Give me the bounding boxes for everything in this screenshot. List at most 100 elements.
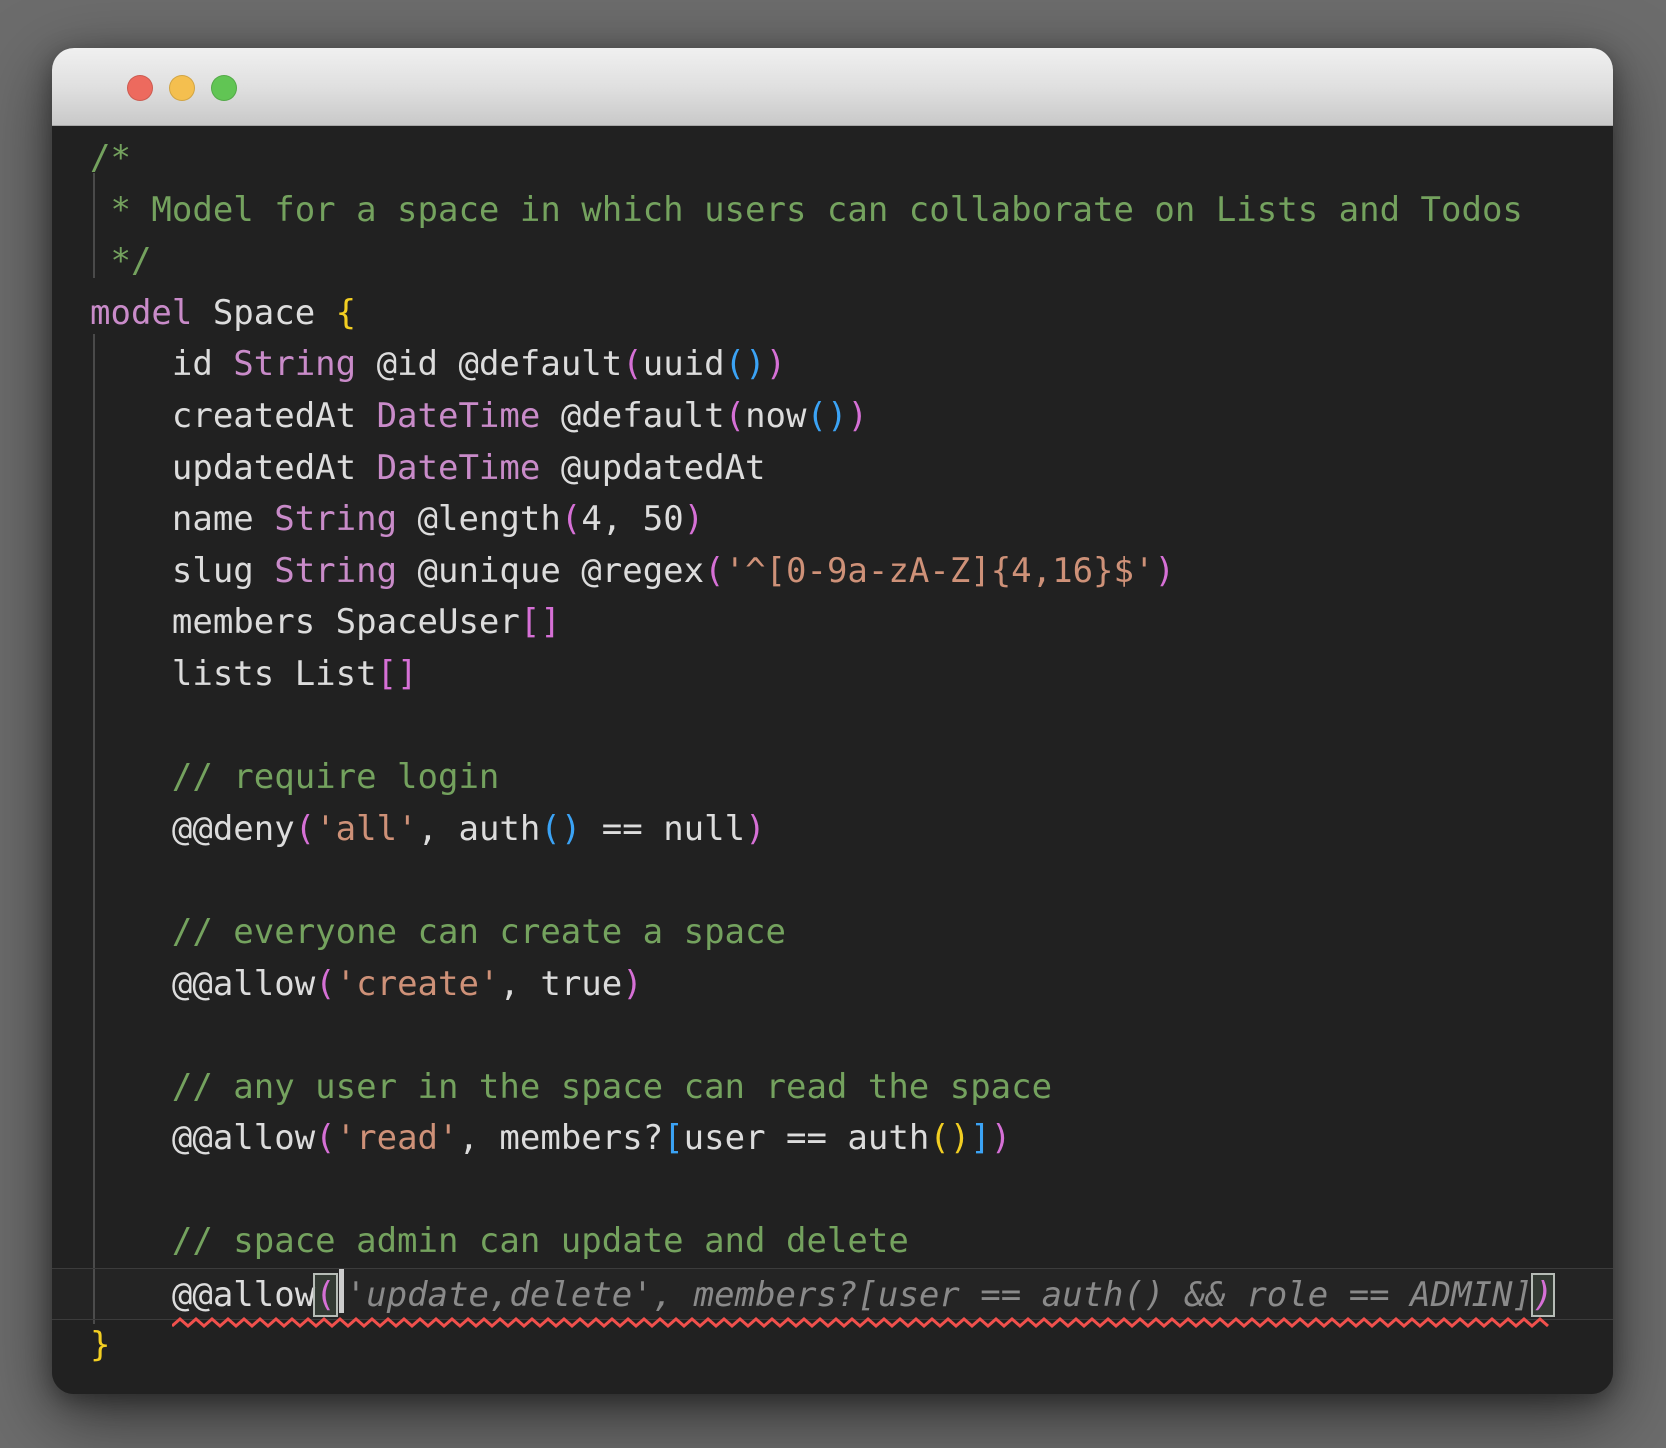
code-token: @default [540, 395, 725, 436]
code-token: * Model for a space in which users can c… [90, 189, 1523, 230]
code-token: // require login [90, 757, 500, 798]
code-token: lists List [90, 653, 377, 694]
code-token: ) [847, 395, 868, 436]
code-line: id String @id @default(uuid()) [52, 339, 1613, 391]
code-token: 'all' [315, 808, 418, 849]
code-token: ( [294, 808, 316, 849]
code-token: String [274, 550, 398, 591]
code-token: ) [622, 963, 643, 1004]
code-token: 'read' [335, 1118, 459, 1159]
code-line: lists List[] [52, 649, 1613, 701]
code-token: String [274, 499, 398, 540]
code-line: // everyone can create a space [52, 907, 1613, 959]
code-token: id [90, 344, 234, 385]
code-token: model [90, 292, 193, 333]
code-line: /* [52, 133, 1613, 185]
code-token: // space admin can update and delete [90, 1221, 909, 1262]
code-token: ) [1154, 550, 1175, 591]
window-titlebar[interactable] [52, 48, 1613, 126]
code-token: [] [519, 602, 561, 643]
zoom-button[interactable] [211, 75, 237, 101]
code-token: // everyone can create a space [90, 911, 786, 952]
code-token: ) [1532, 1275, 1554, 1316]
code-token: ) [683, 499, 705, 540]
traffic-lights [127, 75, 237, 101]
code-token: , members? [458, 1118, 664, 1159]
code-line: * Model for a space in which users can c… [52, 185, 1613, 237]
code-token: () [806, 395, 848, 436]
code-token: } [90, 1324, 111, 1365]
code-token: ] [970, 1118, 991, 1159]
code-token: createdAt [90, 395, 377, 436]
code-token: [] [376, 653, 418, 694]
code-token: 'update,delete', members?[user == auth()… [345, 1275, 1533, 1316]
code-token: ( [560, 499, 582, 540]
code-line: @@allow('read', members?[user == auth()]… [52, 1113, 1613, 1165]
code-line: */ [52, 236, 1613, 288]
code-token: @id @default [356, 344, 623, 385]
code-token: @@allow [90, 963, 316, 1004]
code-token: ( [315, 1118, 336, 1159]
code-token: slug [90, 550, 275, 591]
code-token: () [540, 808, 582, 849]
code-token: user == auth [683, 1118, 930, 1159]
code-token: 'create' [335, 963, 500, 1004]
code-token: /* [90, 138, 131, 178]
code-token: () [929, 1118, 971, 1159]
code-token: DateTime [376, 395, 541, 436]
code-token: now [745, 395, 807, 436]
code-token: Space [192, 292, 336, 333]
code-token: ) [765, 344, 787, 385]
code-token: */ [90, 241, 152, 282]
code-token: uuid [642, 344, 725, 385]
desktop-background: { "window": { "traffic_lights": [ {"name… [0, 0, 1666, 1448]
code-token: ( [724, 395, 746, 436]
editor-window: /* * Model for a space in which users ca… [52, 48, 1613, 1394]
code-line: createdAt DateTime @default(now()) [52, 391, 1613, 443]
code-token: ( [315, 1275, 336, 1316]
close-button[interactable] [127, 75, 153, 101]
code-line: // space admin can update and delete [52, 1216, 1613, 1268]
code-line: // any user in the space can read the sp… [52, 1062, 1613, 1114]
code-line: slug String @unique @regex('^[0-9a-zA-Z]… [52, 546, 1613, 598]
minimize-button[interactable] [169, 75, 195, 101]
code-token: @@deny [90, 808, 295, 849]
code-line: @@allow('update,delete', members?[user =… [52, 1268, 1613, 1328]
code-line: updatedAt DateTime @updatedAt [52, 443, 1613, 495]
code-token: @updatedAt [540, 447, 766, 488]
code-token: updatedAt [90, 447, 377, 488]
code-area: /* * Model for a space in which users ca… [52, 126, 1613, 1371]
code-token: [ [663, 1118, 684, 1159]
code-line: @@allow('create', true) [52, 959, 1613, 1011]
code-token: == null [581, 808, 746, 849]
code-token: ( [704, 550, 725, 591]
code-line: @@deny('all', auth() == null) [52, 804, 1613, 856]
code-token: @unique @regex [397, 550, 705, 591]
code-token: @length [397, 499, 561, 540]
code-token: @@allow [171, 1275, 316, 1316]
code-token: 4, 50 [581, 499, 684, 540]
code-editor[interactable]: /* * Model for a space in which users ca… [52, 126, 1613, 1394]
code-token: () [724, 344, 766, 385]
code-token: // any user in the space can read the sp… [90, 1066, 1053, 1107]
code-token: { [335, 292, 357, 333]
code-token: ) [745, 808, 766, 849]
code-token: , auth [417, 808, 541, 849]
error-region: @@allow('update,delete', members?[user =… [171, 1269, 1554, 1328]
code-token: '^[0-9a-zA-Z]{4,16}$' [724, 550, 1155, 591]
code-line: // require login [52, 752, 1613, 804]
code-token: String [233, 344, 357, 385]
code-token: @@allow [90, 1118, 316, 1159]
code-token: ( [315, 963, 336, 1004]
text-cursor [338, 1269, 344, 1314]
code-line: } [52, 1320, 1613, 1372]
code-line: name String @length(4, 50) [52, 494, 1613, 546]
code-token: ( [622, 344, 643, 385]
code-token: name [90, 499, 275, 540]
code-line: members SpaceUser[] [52, 597, 1613, 649]
